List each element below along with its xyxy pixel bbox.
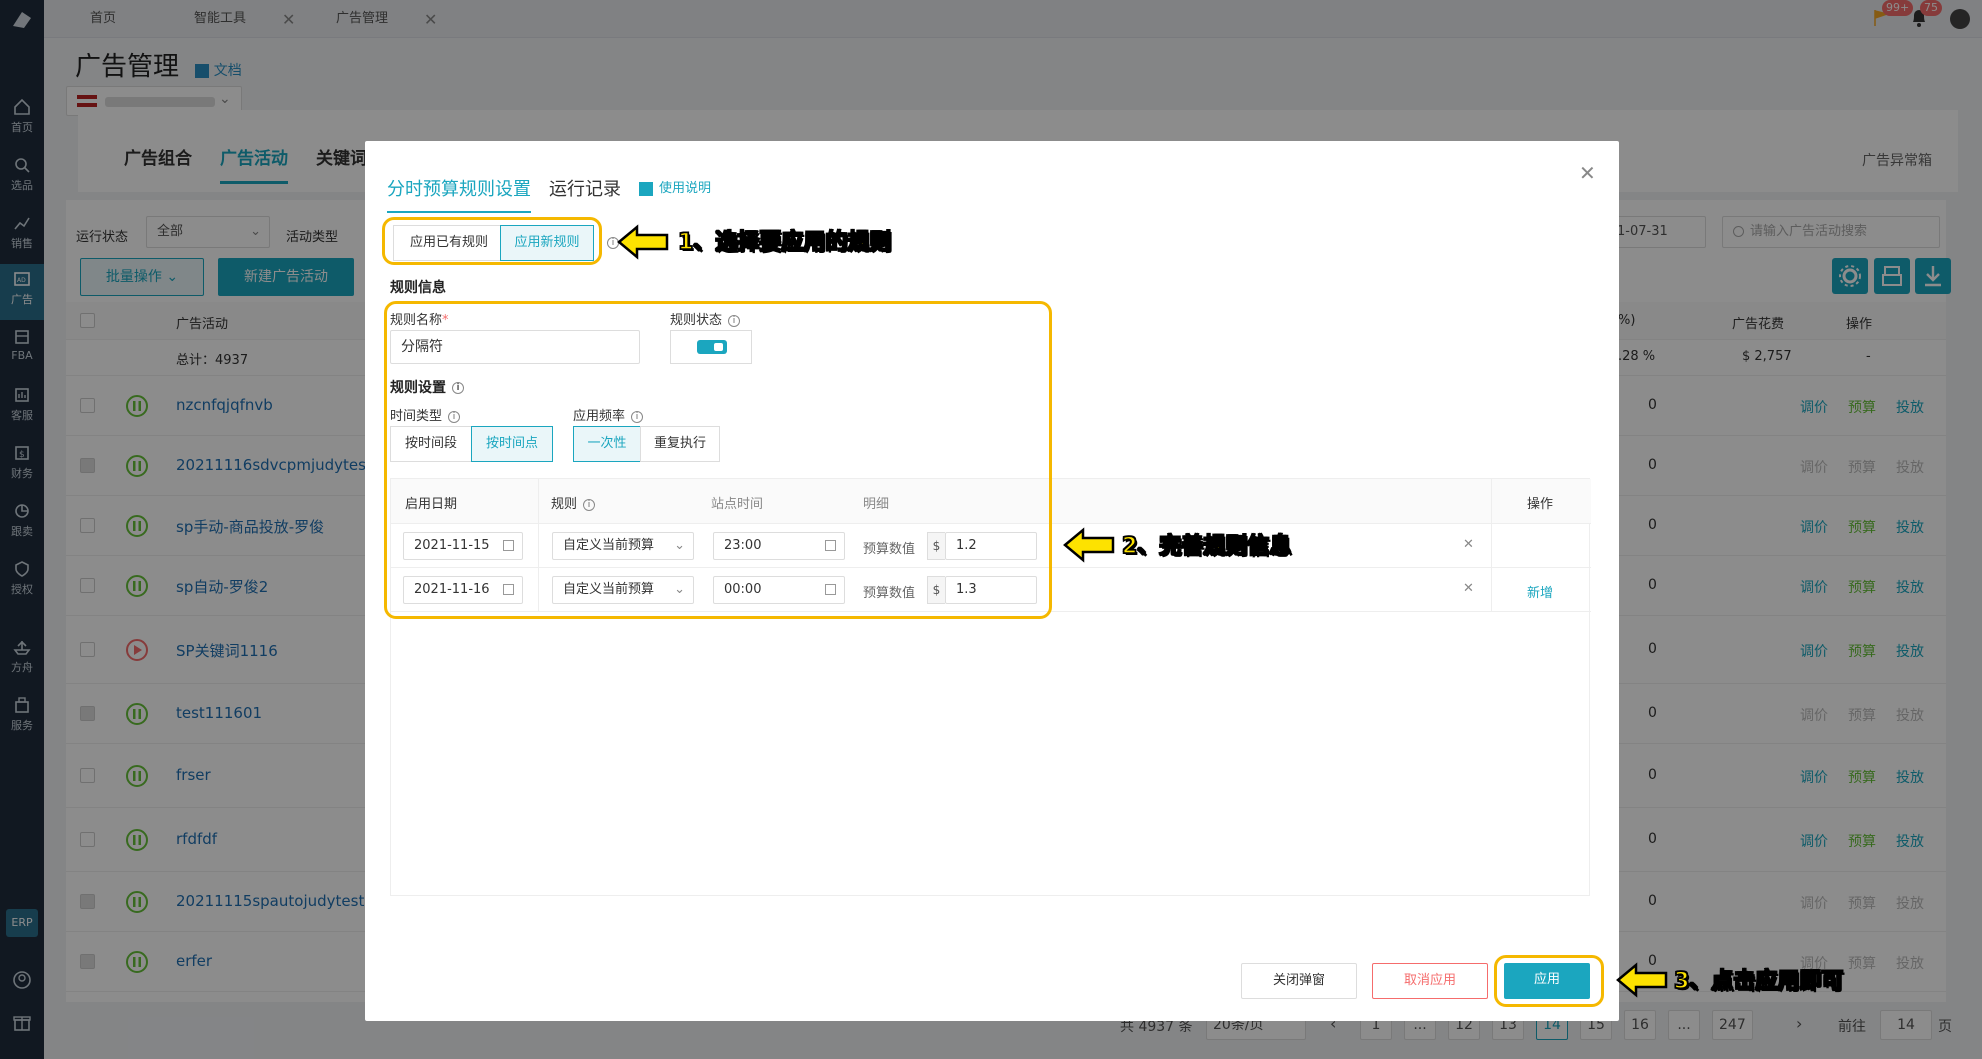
rule-info-heading: 规则信息 bbox=[390, 280, 446, 296]
header-ops: 操作 bbox=[1527, 497, 1554, 512]
callout-step3: 3、点击应用即可 bbox=[1673, 968, 1844, 995]
highlight-frame-step2 bbox=[384, 301, 1052, 619]
arrow-left-icon bbox=[617, 224, 669, 260]
book-icon bbox=[639, 181, 653, 196]
callout-step2: 2、完善规则信息 bbox=[1121, 533, 1292, 560]
help-link[interactable]: 使用说明 bbox=[639, 177, 711, 196]
remove-row-icon[interactable]: ✕ bbox=[1463, 581, 1474, 596]
help-link-label: 使用说明 bbox=[659, 181, 712, 196]
tab-time-budget-rule[interactable]: 分时预算规则设置 bbox=[387, 175, 531, 213]
tab-run-log[interactable]: 运行记录 bbox=[549, 175, 621, 201]
close-icon[interactable]: ✕ bbox=[1579, 161, 1596, 185]
arrow-left-icon bbox=[1616, 962, 1668, 998]
callout-step1: 1、选择要应用的规则 bbox=[677, 229, 892, 256]
remove-row-icon[interactable]: ✕ bbox=[1463, 537, 1474, 552]
highlight-frame-step1 bbox=[382, 217, 602, 265]
close-modal-button[interactable]: 关闭弹窗 bbox=[1241, 963, 1357, 999]
add-row-link[interactable]: 新增 bbox=[1527, 582, 1553, 601]
arrow-left-icon bbox=[1063, 527, 1115, 563]
cancel-apply-button[interactable]: 取消应用 bbox=[1372, 963, 1488, 999]
highlight-frame-step3 bbox=[1494, 955, 1604, 1007]
